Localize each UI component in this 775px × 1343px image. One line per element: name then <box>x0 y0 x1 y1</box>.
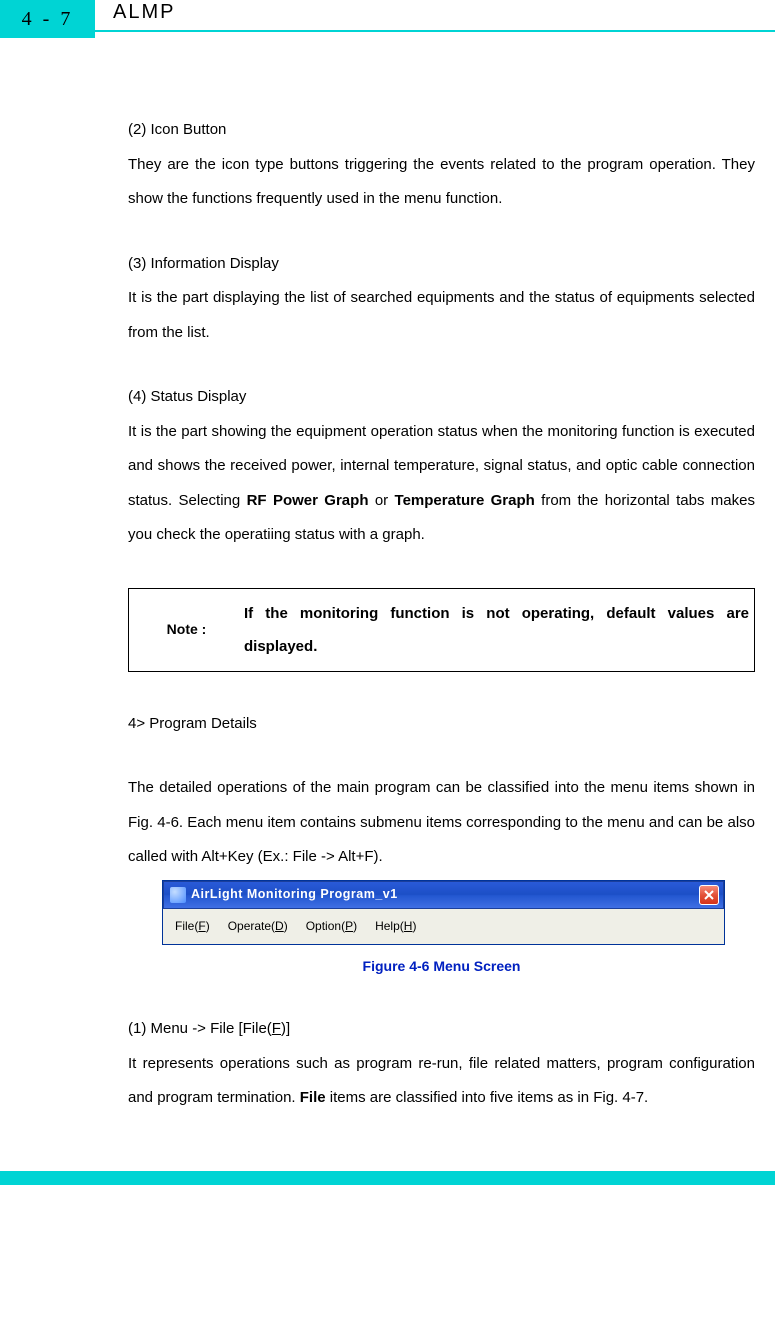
menubar: File(F) Operate(D) Option(P) Help(H) <box>163 909 724 945</box>
page-header: 4 - 7 ALMP <box>0 0 775 38</box>
mf-u: F <box>272 1020 281 1037</box>
section-2-heading: (2) Icon Button <box>128 113 755 148</box>
menu-help[interactable]: Help(H) <box>367 912 424 942</box>
s4-bold2: Temperature Graph <box>395 492 535 509</box>
close-icon[interactable] <box>699 885 719 905</box>
section-4-heading: (4) Status Display <box>128 380 755 415</box>
menu-option[interactable]: Option(P) <box>298 912 365 942</box>
window-title: AirLight Monitoring Program_v1 <box>191 880 398 909</box>
s4-bold1: RF Power Graph <box>247 492 369 509</box>
m-opt-post: ) <box>353 919 357 933</box>
window-frame: AirLight Monitoring Program_v1 File(F) O… <box>162 880 725 946</box>
note-box: Note : If the monitoring function is not… <box>128 588 755 672</box>
window-titlebar: AirLight Monitoring Program_v1 <box>163 881 724 909</box>
menu-operate[interactable]: Operate(D) <box>220 912 296 942</box>
header-title: ALMP <box>113 1 175 24</box>
note-label: Note : <box>129 589 244 671</box>
menu-file-heading: (1) Menu -> File [File(F)] <box>128 1012 755 1047</box>
m-op-pre: Operate( <box>228 919 275 933</box>
section-3-heading: (3) Information Display <box>128 247 755 282</box>
note-content: If the monitoring function is not operat… <box>244 589 754 671</box>
figure-caption: Figure 4-6 Menu Screen <box>128 950 755 982</box>
m-file-pre: File( <box>175 919 198 933</box>
m-op-u: D <box>275 919 284 933</box>
mf-pre: (1) Menu -> File [File( <box>128 1020 272 1037</box>
app-icon <box>170 887 186 903</box>
menu-file-body: It represents operations such as program… <box>128 1047 755 1116</box>
m-file-post: ) <box>206 919 210 933</box>
m-opt-pre: Option( <box>306 919 345 933</box>
page-number: 4 - 7 <box>0 0 95 38</box>
program-details-body: The detailed operations of the main prog… <box>128 771 755 875</box>
m-op-post: ) <box>284 919 288 933</box>
header-title-row: ALMP <box>95 0 775 32</box>
mf-post: )] <box>281 1020 290 1037</box>
section-2-body: They are the icon type buttons triggerin… <box>128 148 755 217</box>
s4-mid: or <box>368 492 394 509</box>
menu-file[interactable]: File(F) <box>167 912 218 942</box>
program-details-heading: 4> Program Details <box>128 707 755 742</box>
footer-bar <box>0 1171 775 1185</box>
page-content: (2) Icon Button They are the icon type b… <box>0 38 775 1156</box>
m-hlp-pre: Help( <box>375 919 404 933</box>
m-file-u: F <box>198 919 205 933</box>
section-3-body: It is the part displaying the list of se… <box>128 281 755 350</box>
m-opt-u: P <box>345 919 353 933</box>
mf-body-post: items are classified into five items as … <box>326 1089 649 1106</box>
section-4-body: It is the part showing the equipment ope… <box>128 415 755 553</box>
m-hlp-post: ) <box>412 919 416 933</box>
figure-screenshot: AirLight Monitoring Program_v1 File(F) O… <box>162 880 725 946</box>
mf-bold: File <box>300 1089 326 1106</box>
